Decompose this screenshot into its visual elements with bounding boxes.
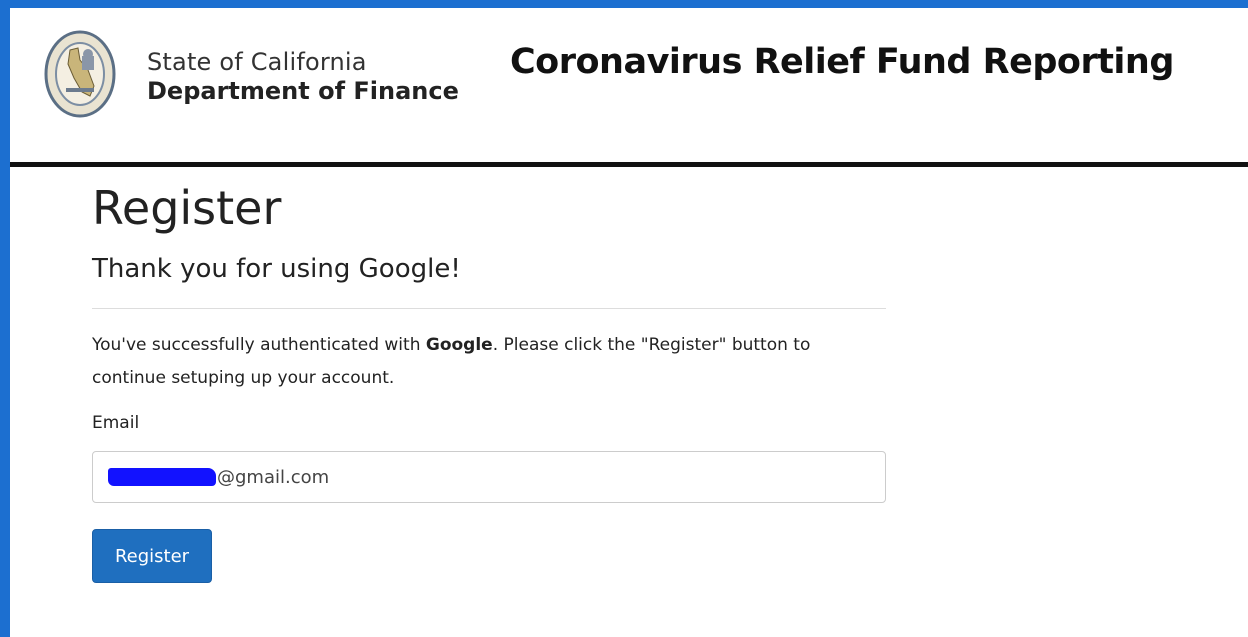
register-button[interactable]: Register	[92, 529, 212, 583]
department-seal-icon	[44, 30, 116, 118]
agency-name: State of California Department of Financ…	[147, 48, 459, 106]
redaction-mark	[108, 468, 216, 486]
auth-provider-name: Google	[425, 335, 493, 355]
auth-message-text-start: You've successfully authenticated with	[92, 335, 426, 355]
auth-message: You've successfully authenticated with G…	[92, 329, 882, 395]
agency-state-label: State of California	[147, 48, 367, 76]
register-form: Register Thank you for using Google! You…	[92, 178, 888, 583]
section-divider	[92, 308, 886, 309]
browser-page: State of California Department of Financ…	[10, 8, 1248, 637]
page-subtitle: Thank you for using Google!	[92, 254, 461, 284]
email-label: Email	[92, 413, 140, 433]
agency-department-label: Department of Finance	[147, 77, 459, 105]
email-field-wrapper	[92, 451, 886, 503]
page-title: Register	[92, 181, 282, 235]
site-title: Coronavirus Relief Fund Reporting	[510, 42, 1174, 82]
site-header: State of California Department of Financ…	[10, 8, 1248, 167]
